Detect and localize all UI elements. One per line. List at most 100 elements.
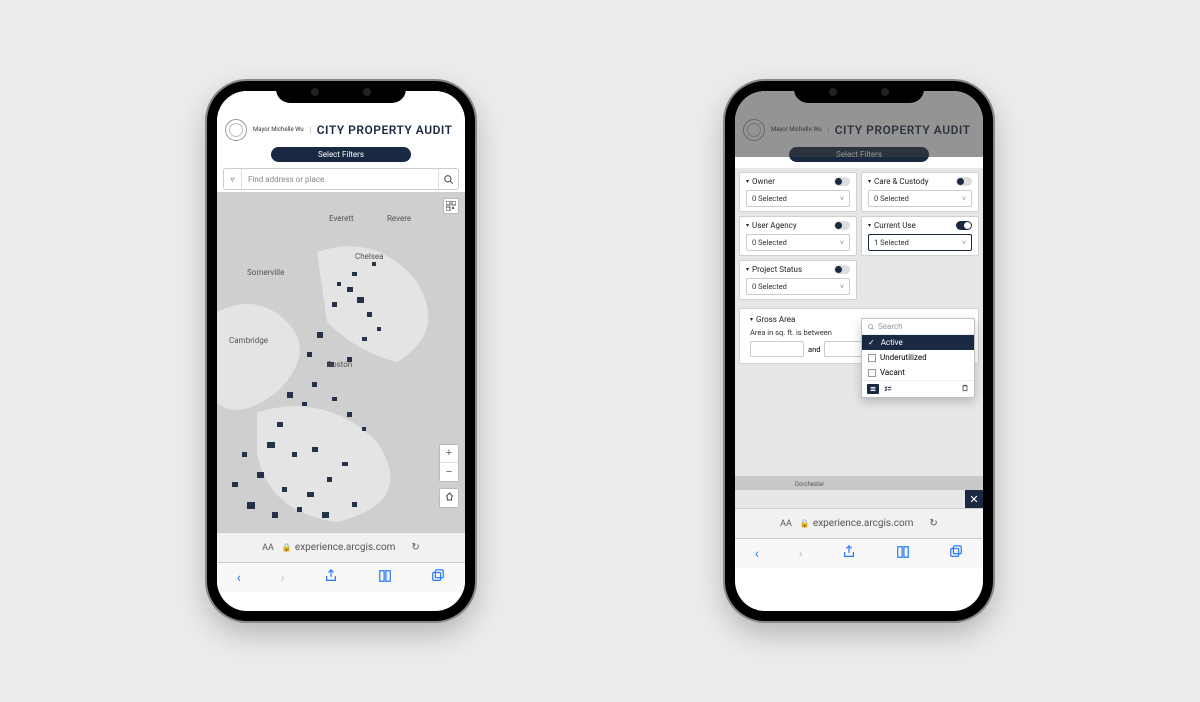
select-project-status-value: 0 Selected [752,282,787,291]
share-button[interactable] [324,569,338,587]
select-project-status[interactable]: 0 Selected ˅ [746,278,850,295]
tabs-button[interactable] [949,545,963,563]
current-use-dropdown: Search Active Underutilized Vacant [861,318,975,398]
dropdown-option-vacant[interactable]: Vacant [862,365,974,380]
filter-card-user-agency: User Agency 0 Selected ˅ [739,216,857,256]
text-size-button[interactable]: AA [262,543,274,553]
search-icon [867,323,875,331]
trash-icon [961,384,969,392]
select-user-agency-value: 0 Selected [752,238,787,247]
search-button[interactable] [438,169,458,189]
search-icon [443,174,454,185]
url-text: experience.arcgis.com [813,518,914,529]
check-view-button[interactable] [882,384,894,394]
forward-button[interactable]: › [798,546,802,562]
reload-button[interactable]: ↻ [929,518,937,529]
map-area[interactable]: Everett Revere Chelsea Somerville Cambri… [217,192,465,532]
select-care-custody[interactable]: 0 Selected ˅ [868,190,972,207]
app-title: CITY PROPERTY AUDIT [317,123,453,137]
text-size-button[interactable]: AA [780,519,792,529]
dropdown-footer [862,380,974,397]
dropdown-option-active[interactable]: Active [862,335,974,350]
map-label: Everett [329,214,354,223]
url-display[interactable]: 🔒 experience.arcgis.com [282,542,396,553]
search-bar: ▿ Find address or place [223,168,459,190]
select-current-use[interactable]: 1 Selected ˅ [868,234,972,251]
share-button[interactable] [842,545,856,563]
back-button[interactable]: ‹ [237,570,241,586]
select-filters-button[interactable]: Select Filters [271,147,411,162]
filter-title-current-use[interactable]: Current Use [868,221,916,230]
toggle-user-agency[interactable] [834,221,850,230]
city-seal-icon [225,119,247,141]
share-icon [324,569,338,583]
home-button[interactable] [440,489,458,507]
tabs-icon [431,569,445,583]
bookmarks-button[interactable] [896,545,910,563]
search-input[interactable]: Find address or place [242,175,438,184]
phone-screen-left: Mayor Michelle Wu CITY PROPERTY AUDIT Se… [217,91,465,611]
book-icon [896,545,910,559]
chevron-down-icon: ˅ [962,239,966,247]
qr-icon [446,201,456,211]
filter-card-project-status: Project Status 0 Selected ˅ [739,260,857,300]
select-owner-value: 0 Selected [752,194,787,203]
dropdown-search-placeholder: Search [878,322,903,331]
map-label: Revere [387,214,411,223]
chevron-down-icon: ˅ [840,283,844,291]
reload-button[interactable]: ↻ [411,542,419,553]
filter-card-current-use: Current Use 1 Selected ˅ [861,216,979,256]
toggle-current-use[interactable] [956,221,972,230]
zoom-out-button[interactable]: − [440,463,458,481]
safari-address-bar: AA 🔒 experience.arcgis.com ↻ [735,508,983,538]
url-display[interactable]: 🔒 experience.arcgis.com [800,518,914,529]
close-panel-button[interactable]: ✕ [965,490,983,508]
gross-area-min-input[interactable] [750,341,804,357]
url-text: experience.arcgis.com [295,542,396,553]
lock-icon: 🔒 [800,519,810,528]
list-view-button[interactable] [867,384,879,394]
zoom-in-button[interactable]: + [440,445,458,463]
clear-button[interactable] [961,384,969,394]
phone-frame-left: Mayor Michelle Wu CITY PROPERTY AUDIT Se… [207,81,475,621]
toggle-owner[interactable] [834,177,850,186]
back-button[interactable]: ‹ [755,546,759,562]
mayor-line: Mayor Michelle Wu [253,127,311,134]
home-icon [444,491,455,502]
select-user-agency[interactable]: 0 Selected ˅ [746,234,850,251]
bookmark-dropdown[interactable]: ▿ [224,169,242,189]
qr-button[interactable] [443,198,459,214]
phone-frame-right: Mayor Michelle Wu CITY PROPERTY AUDIT Se… [725,81,993,621]
filter-title-project-status[interactable]: Project Status [746,265,802,274]
checkbox-icon [868,369,876,377]
chevron-down-icon: ˅ [840,195,844,203]
bookmarks-button[interactable] [378,569,392,587]
map-label: Cambridge [229,336,268,345]
tabs-button[interactable] [431,569,445,587]
filter-card-care-custody: Care & Custody 0 Selected ˅ [861,172,979,212]
checkbox-icon [868,354,876,362]
map-peek [735,476,983,490]
safari-toolbar: ‹ › [735,538,983,568]
dropdown-option-underutilized[interactable]: Underutilized [862,350,974,365]
toggle-care-custody[interactable] [956,177,972,186]
map-label: Boston [327,360,352,369]
dropdown-option-label: Active [881,338,903,347]
select-owner[interactable]: 0 Selected ˅ [746,190,850,207]
checklist-icon [884,385,892,393]
home-control [439,488,459,508]
filter-title-care-custody[interactable]: Care & Custody [868,177,929,186]
check-icon [868,338,877,347]
phone-screen-right: Mayor Michelle Wu CITY PROPERTY AUDIT Se… [735,91,983,611]
gross-area-and: and [808,345,820,354]
safari-toolbar: ‹ › [217,562,465,592]
filter-title-owner[interactable]: Owner [746,177,775,186]
filter-card-owner: Owner 0 Selected ˅ [739,172,857,212]
share-icon [842,545,856,559]
zoom-controls: + − [439,444,459,482]
list-icon [869,385,877,393]
forward-button[interactable]: › [280,570,284,586]
toggle-project-status[interactable] [834,265,850,274]
dropdown-search[interactable]: Search [862,319,974,335]
filter-title-user-agency[interactable]: User Agency [746,221,797,230]
